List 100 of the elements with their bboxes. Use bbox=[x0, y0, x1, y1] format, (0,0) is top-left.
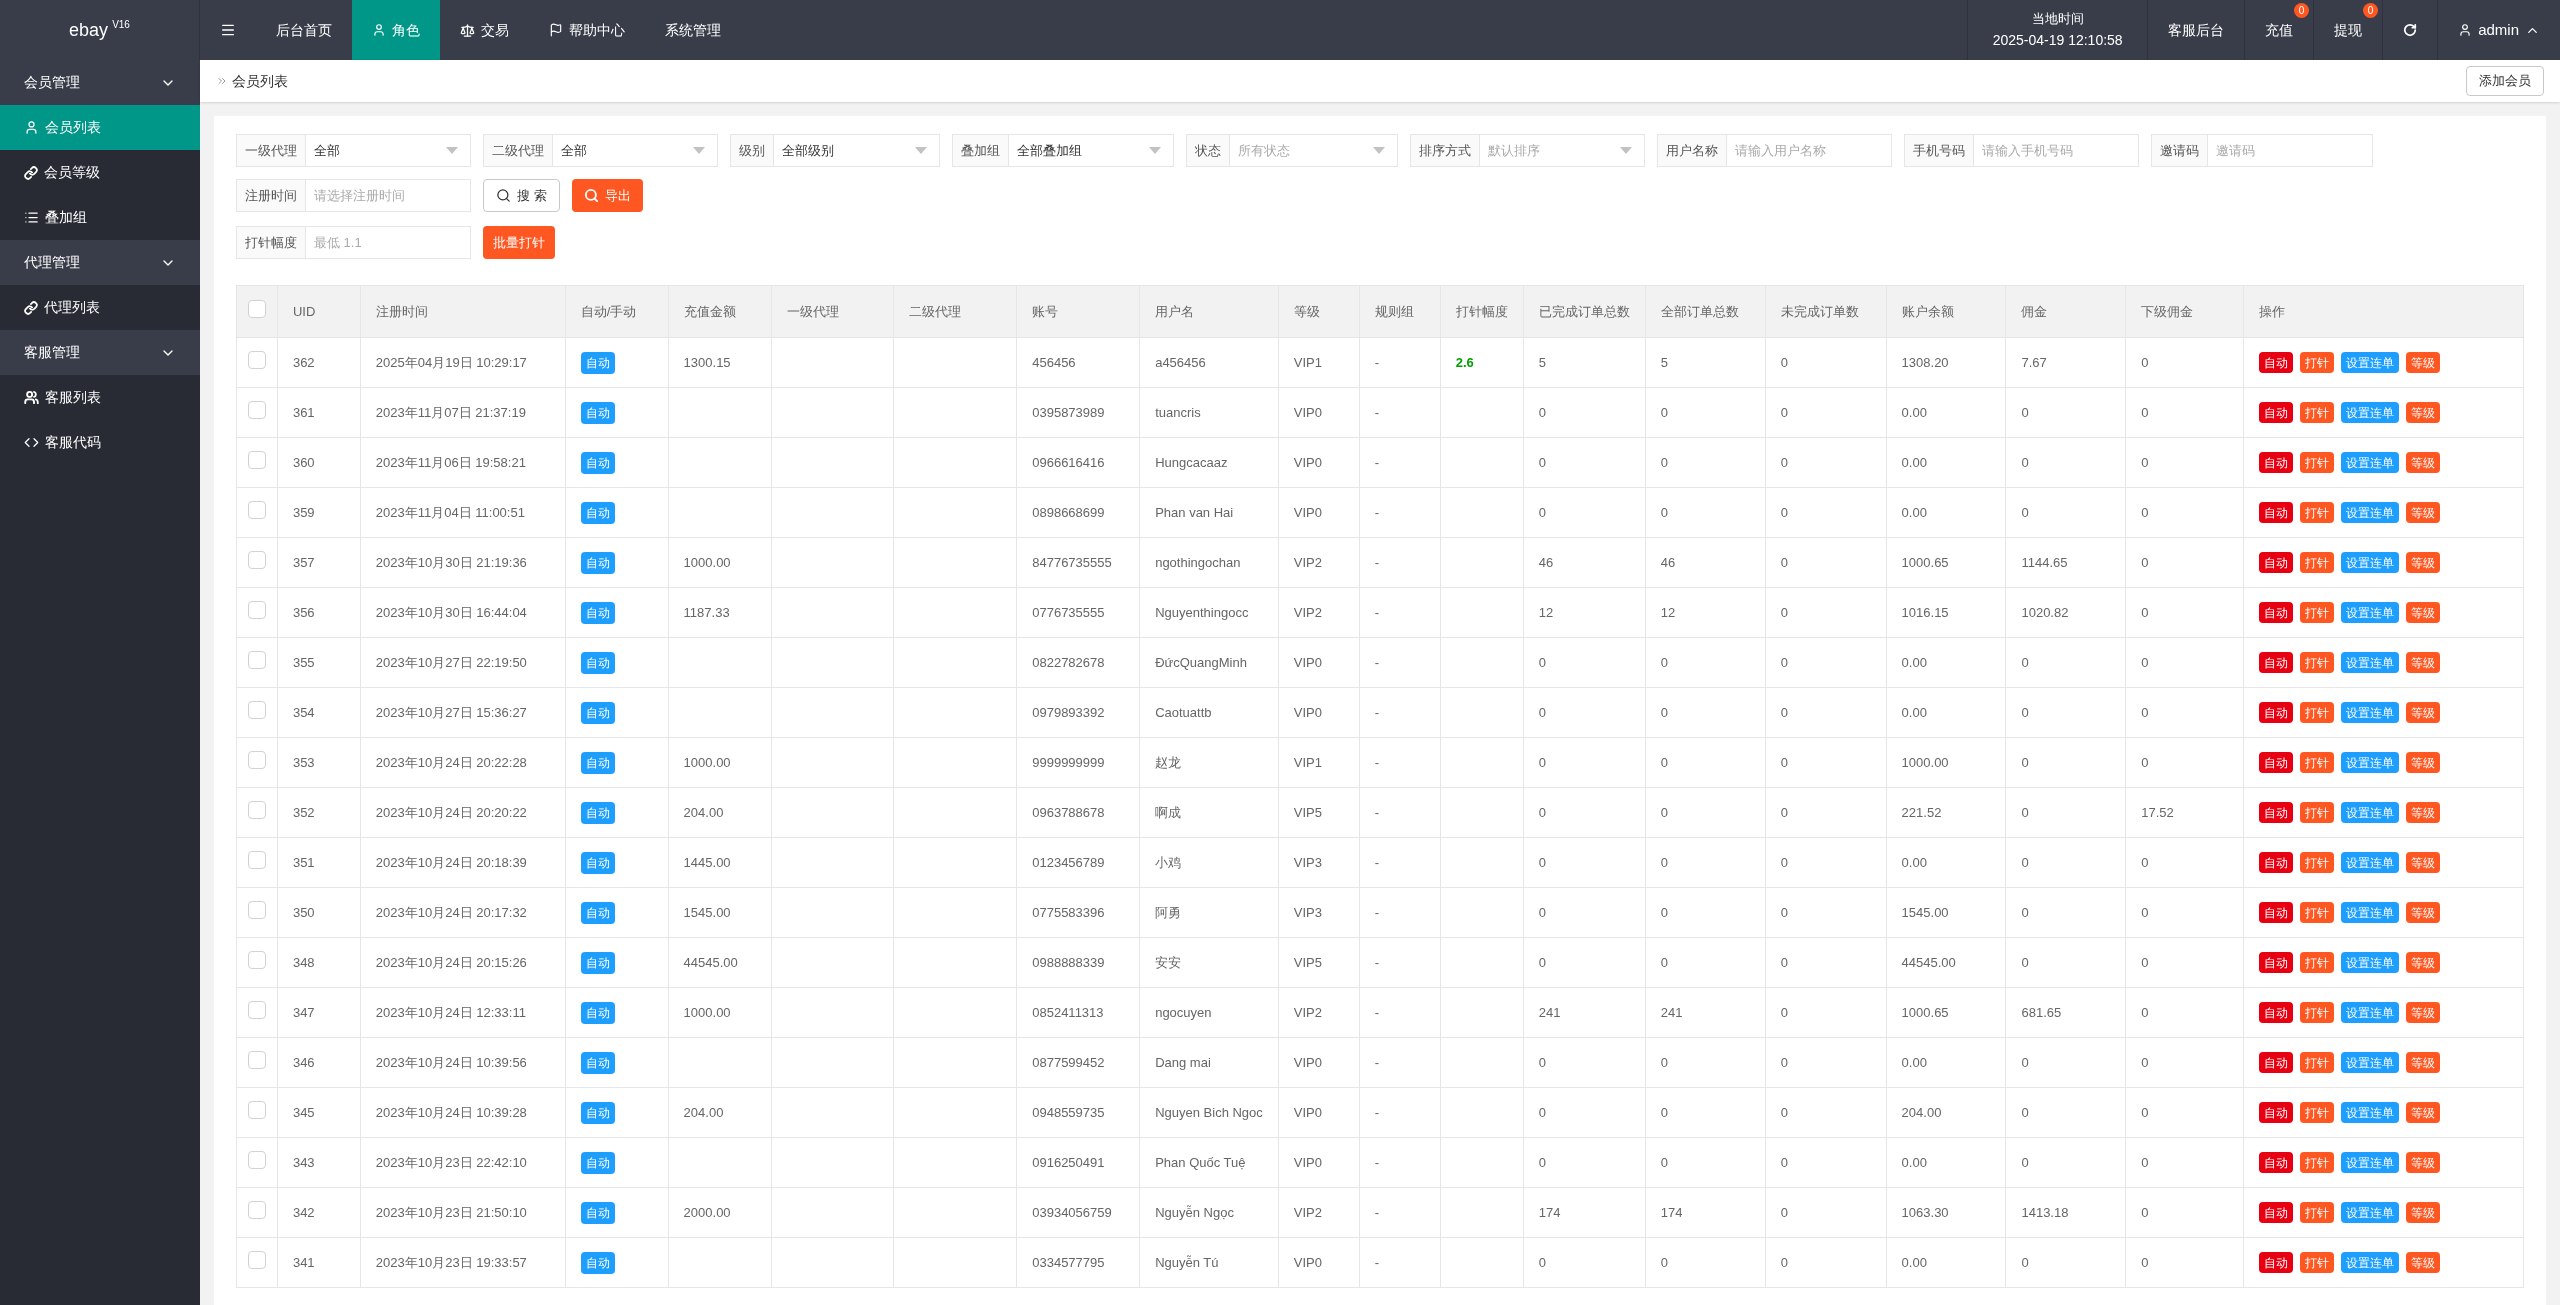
action-button[interactable]: 设置连单 bbox=[2341, 952, 2400, 973]
action-button[interactable]: 等级 bbox=[2406, 1202, 2441, 1223]
action-button[interactable]: 打针 bbox=[2300, 1252, 2335, 1273]
sidebar-group[interactable]: 代理管理 bbox=[0, 240, 200, 285]
action-button[interactable]: 自动 bbox=[2259, 1052, 2294, 1073]
action-button[interactable]: 等级 bbox=[2406, 452, 2441, 473]
action-button[interactable]: 等级 bbox=[2406, 852, 2441, 873]
action-button[interactable]: 自动 bbox=[2259, 1252, 2294, 1273]
action-button[interactable]: 设置连单 bbox=[2341, 352, 2400, 373]
action-button[interactable]: 打针 bbox=[2300, 1152, 2335, 1173]
sidebar-group[interactable]: 会员管理 bbox=[0, 60, 200, 105]
export-button[interactable]: 导出 bbox=[571, 179, 643, 212]
action-button[interactable]: 等级 bbox=[2406, 752, 2441, 773]
action-button[interactable]: 打针 bbox=[2300, 752, 2335, 773]
nav-tab[interactable]: 交易 bbox=[440, 0, 529, 60]
action-button[interactable]: 打针 bbox=[2300, 352, 2335, 373]
action-button[interactable]: 自动 bbox=[2259, 352, 2294, 373]
filter-field[interactable]: 手机号码 请输入手机号码 bbox=[1904, 134, 2139, 167]
action-button[interactable]: 等级 bbox=[2406, 1002, 2441, 1023]
sidebar-item[interactable]: 会员等级 bbox=[0, 150, 200, 195]
action-button[interactable]: 设置连单 bbox=[2341, 502, 2400, 523]
action-button[interactable]: 打针 bbox=[2300, 652, 2335, 673]
checkbox[interactable] bbox=[247, 400, 266, 419]
action-button[interactable]: 设置连单 bbox=[2341, 552, 2400, 573]
action-button[interactable]: 等级 bbox=[2406, 1252, 2441, 1273]
action-button[interactable]: 自动 bbox=[2259, 952, 2294, 973]
action-button[interactable]: 等级 bbox=[2406, 1052, 2441, 1073]
action-button[interactable]: 设置连单 bbox=[2341, 902, 2400, 923]
action-button[interactable]: 等级 bbox=[2406, 602, 2441, 623]
action-button[interactable]: 自动 bbox=[2259, 1202, 2294, 1223]
checkbox[interactable] bbox=[247, 700, 266, 719]
action-button[interactable]: 设置连单 bbox=[2341, 1252, 2400, 1273]
filter-select[interactable]: 叠加组 全部叠加组 bbox=[952, 134, 1174, 167]
action-button[interactable]: 等级 bbox=[2406, 1102, 2441, 1123]
action-button[interactable]: 打针 bbox=[2300, 402, 2335, 423]
checkbox[interactable] bbox=[247, 550, 266, 569]
action-button[interactable]: 打针 bbox=[2300, 602, 2335, 623]
filter-select[interactable]: 二级代理 全部 bbox=[483, 134, 718, 167]
checkbox[interactable] bbox=[247, 800, 266, 819]
action-button[interactable]: 等级 bbox=[2406, 902, 2441, 923]
checkbox[interactable] bbox=[247, 600, 266, 619]
action-button[interactable]: 等级 bbox=[2406, 952, 2441, 973]
action-button[interactable]: 设置连单 bbox=[2341, 702, 2400, 723]
action-button[interactable]: 打针 bbox=[2300, 1052, 2335, 1073]
action-button[interactable]: 等级 bbox=[2406, 802, 2441, 823]
checkbox[interactable] bbox=[247, 299, 266, 318]
action-button[interactable]: 设置连单 bbox=[2341, 752, 2400, 773]
checkbox[interactable] bbox=[247, 450, 266, 469]
nav-tab[interactable]: 角色 bbox=[352, 0, 440, 60]
nav-tab[interactable]: 帮助中心 bbox=[529, 0, 645, 60]
sidebar-group[interactable]: 客服管理 bbox=[0, 330, 200, 375]
action-button[interactable]: 打针 bbox=[2300, 502, 2335, 523]
inject-field[interactable]: 打针幅度 最低 1.1 bbox=[236, 226, 471, 259]
search-button[interactable]: 搜 索 bbox=[483, 179, 560, 212]
checkbox[interactable] bbox=[247, 1200, 266, 1219]
action-button[interactable]: 自动 bbox=[2259, 502, 2294, 523]
action-button[interactable]: 自动 bbox=[2259, 402, 2294, 423]
filter-field[interactable]: 邀请码 邀请码 bbox=[2151, 134, 2373, 167]
checkbox[interactable] bbox=[247, 1000, 266, 1019]
action-button[interactable]: 打针 bbox=[2300, 702, 2335, 723]
filter-select[interactable]: 级别 全部级别 bbox=[730, 134, 940, 167]
action-button[interactable]: 打针 bbox=[2300, 852, 2335, 873]
action-button[interactable]: 设置连单 bbox=[2341, 1152, 2400, 1173]
sidebar-item[interactable]: 代理列表 bbox=[0, 285, 200, 330]
checkbox[interactable] bbox=[247, 500, 266, 519]
action-button[interactable]: 打针 bbox=[2300, 1102, 2335, 1123]
action-button[interactable]: 等级 bbox=[2406, 552, 2441, 573]
checkbox[interactable] bbox=[247, 350, 266, 369]
date-field[interactable]: 注册时间 请选择注册时间 bbox=[236, 179, 471, 212]
action-button[interactable]: 设置连单 bbox=[2341, 852, 2400, 873]
user-menu[interactable]: admin bbox=[2478, 18, 2519, 42]
filter-select[interactable]: 一级代理 全部 bbox=[236, 134, 471, 167]
action-button[interactable]: 等级 bbox=[2406, 502, 2441, 523]
add-member-button[interactable]: 添加会员 bbox=[2466, 66, 2544, 96]
action-button[interactable]: 自动 bbox=[2259, 802, 2294, 823]
action-button[interactable]: 自动 bbox=[2259, 452, 2294, 473]
checkbox[interactable] bbox=[247, 900, 266, 919]
action-button[interactable]: 自动 bbox=[2259, 652, 2294, 673]
batch-inject-button[interactable]: 批量打针 bbox=[483, 226, 555, 259]
action-button[interactable]: 设置连单 bbox=[2341, 1202, 2400, 1223]
checkbox[interactable] bbox=[247, 750, 266, 769]
action-button[interactable]: 自动 bbox=[2259, 1102, 2294, 1123]
action-button[interactable]: 自动 bbox=[2259, 1152, 2294, 1173]
action-button[interactable]: 设置连单 bbox=[2341, 802, 2400, 823]
sidebar-item[interactable]: 客服代码 bbox=[0, 420, 200, 465]
action-button[interactable]: 打针 bbox=[2300, 552, 2335, 573]
action-button[interactable]: 打针 bbox=[2300, 902, 2335, 923]
checkbox[interactable] bbox=[247, 1150, 266, 1169]
action-button[interactable]: 自动 bbox=[2259, 702, 2294, 723]
action-button[interactable]: 设置连单 bbox=[2341, 1052, 2400, 1073]
nav-tab[interactable]: 后台首页 bbox=[256, 0, 352, 60]
action-button[interactable]: 自动 bbox=[2259, 552, 2294, 573]
action-button[interactable]: 打针 bbox=[2300, 952, 2335, 973]
filter-select[interactable]: 状态 所有状态 bbox=[1186, 134, 1398, 167]
sidebar-item[interactable]: 叠加组 bbox=[0, 195, 200, 240]
action-button[interactable]: 自动 bbox=[2259, 852, 2294, 873]
action-button[interactable]: 等级 bbox=[2406, 652, 2441, 673]
action-button[interactable]: 自动 bbox=[2259, 1002, 2294, 1023]
action-button[interactable]: 打针 bbox=[2300, 802, 2335, 823]
sidebar-item[interactable]: 会员列表 bbox=[0, 105, 200, 150]
